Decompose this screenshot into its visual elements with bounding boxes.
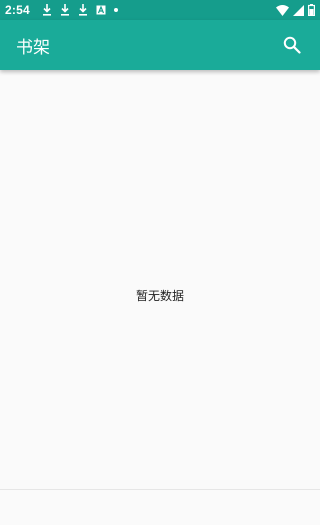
status-system-icons xyxy=(272,4,315,16)
status-bar: 2:54 xyxy=(0,0,320,20)
dot-icon xyxy=(113,4,118,16)
status-time: 2:54 xyxy=(5,3,30,17)
download-icon xyxy=(42,4,52,16)
download-icon xyxy=(78,4,88,16)
page-title: 书架 xyxy=(16,37,50,58)
screen: 2:54 书架 暂无数据 xyxy=(0,0,320,525)
download-icon xyxy=(60,4,70,16)
wifi-icon xyxy=(276,4,289,16)
battery-icon xyxy=(308,4,315,16)
search-button[interactable] xyxy=(280,33,304,57)
bookshelf-content: 暂无数据 xyxy=(0,70,320,488)
signal-icon xyxy=(293,4,304,16)
empty-state-text: 暂无数据 xyxy=(135,289,184,303)
search-icon xyxy=(283,36,301,54)
a-box-icon xyxy=(96,4,106,16)
status-notifications xyxy=(42,4,126,16)
app-bar: 书架 xyxy=(0,20,320,70)
bottom-area xyxy=(0,489,320,525)
